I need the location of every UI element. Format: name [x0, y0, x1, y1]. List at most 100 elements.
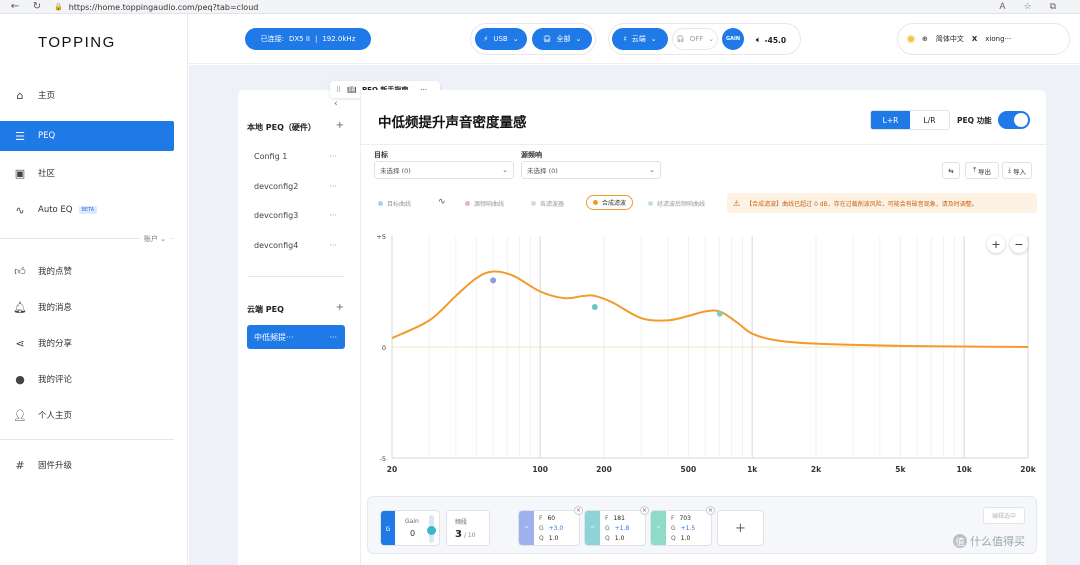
gain-key: G — [605, 525, 610, 532]
legend-dot — [648, 201, 653, 206]
close-filter-2-icon[interactable]: × — [640, 506, 649, 515]
export-button[interactable]: ⤒ 导出 — [965, 162, 999, 179]
input-select[interactable]: ⚡ USB ⌄ — [475, 28, 527, 50]
sidebar-item-label: 主页 — [38, 91, 56, 101]
legend-target[interactable]: 目标曲线 — [378, 199, 411, 208]
sidebar-item-label: 我的分享 — [38, 339, 73, 349]
volume-readout[interactable]: 🔈︎ -45.0 — [756, 35, 786, 45]
refresh-icon[interactable]: ↻ — [30, 1, 44, 12]
more-icon[interactable]: ··· — [329, 211, 337, 220]
y-tick-label: +5 — [376, 233, 386, 241]
frequency-response-chart[interactable]: 20 100 200 500 1k 2k 5k 10k 20k +5 0 -5 — [360, 230, 1040, 480]
sidebar-item-likes[interactable]: 👍︎ 我的点赞 — [0, 256, 174, 286]
filter-gain[interactable]: +3.0 — [549, 525, 564, 532]
filter-point-1[interactable] — [490, 277, 497, 284]
headphone-amp-off[interactable]: 🎧︎ OFF ⌄ — [672, 28, 718, 50]
sidebar: TOPPING ⌂ 主页 ☰ PEQ ▣ 社区 ∿ Auto EQ BETA 账… — [0, 14, 188, 565]
gain-key: G — [671, 525, 676, 532]
drag-handle-icon[interactable]: ⠿ — [336, 86, 341, 94]
gain-slider[interactable] — [427, 515, 436, 543]
peq-function-switch[interactable] — [998, 111, 1030, 129]
filter-freq[interactable]: 703 — [679, 515, 690, 522]
filter-point-3[interactable] — [716, 310, 723, 317]
filter-gain[interactable]: +1.8 — [615, 525, 630, 532]
sidebar-item-shares[interactable]: ⋖ 我的分享 — [0, 328, 174, 358]
gain-label: Gain — [405, 518, 419, 525]
gain-control[interactable]: G Gain 0 — [380, 510, 440, 546]
legend-source[interactable]: 源频响曲线 — [465, 199, 504, 208]
cloud-select[interactable]: ♯ 云端 ⌄ — [612, 28, 668, 50]
more-icon[interactable]: ··· — [329, 333, 337, 342]
source-select[interactable]: 未选择 (0) ⌄ — [521, 161, 661, 179]
read-aloud-icon[interactable]: A — [999, 2, 1005, 12]
filter-q[interactable]: 1.0 — [549, 535, 559, 542]
close-filter-3-icon[interactable]: × — [706, 506, 715, 515]
sidebar-item-comments[interactable]: ● 我的评论 — [0, 364, 174, 394]
channel-lr-button[interactable]: L+R — [871, 111, 910, 129]
cloud-config-item[interactable]: 中低频提··· ··· — [247, 325, 345, 349]
filter-card-3[interactable]: ⌃ F 703 G +1.5 Q 1.0 — [650, 510, 712, 546]
add-cloud-config-button[interactable]: + — [336, 302, 344, 313]
more-icon[interactable]: ··· — [329, 152, 337, 161]
zoom-in-button[interactable]: + — [987, 235, 1005, 253]
source-label: 源频响 — [521, 151, 542, 159]
more-icon[interactable]: ··· — [329, 182, 337, 191]
sidebar-item-home[interactable]: ⌂ 主页 — [0, 80, 174, 110]
sidebar-item-peq[interactable]: ☰ PEQ — [0, 121, 174, 151]
sidebar-item-firmware[interactable]: # 固件升级 — [0, 450, 174, 480]
add-local-config-button[interactable]: + — [336, 120, 344, 131]
legend-combined[interactable]: 合成滤波 — [586, 195, 634, 210]
gain-slider-thumb[interactable] — [427, 526, 436, 535]
filter-freq[interactable]: 60 — [547, 515, 555, 522]
lock-icon: 🔒 — [54, 3, 63, 11]
legend-waveform[interactable]: ∿ — [438, 197, 446, 207]
account-toggle[interactable]: 账户 ⌄ — [140, 234, 171, 244]
local-config-item[interactable]: devconfig2 ··· — [247, 174, 345, 198]
sample-rate: 192.0kHz — [322, 35, 356, 43]
filter-q[interactable]: 1.0 — [681, 535, 691, 542]
sidebar-item-autoeq[interactable]: ∿ Auto EQ BETA — [0, 195, 174, 225]
gain-button[interactable]: GAIN — [722, 28, 744, 50]
more-icon[interactable]: ··· — [329, 241, 337, 250]
target-value: 未选择 (0) — [380, 167, 411, 175]
gain-letter: G — [381, 511, 395, 545]
back-icon[interactable]: ← — [8, 1, 22, 12]
zoom-out-button[interactable]: − — [1010, 235, 1028, 253]
filter-gain[interactable]: +1.5 — [681, 525, 696, 532]
sidebar-item-messages[interactable]: 🔔︎ 我的消息 — [0, 292, 174, 322]
add-filter-button[interactable]: + — [717, 510, 764, 546]
device-status-button[interactable]: 已连接: DX5 II | 192.0kHz — [245, 28, 371, 50]
swap-button[interactable]: ⇆ — [942, 162, 960, 179]
filter-point-2[interactable] — [591, 304, 598, 311]
local-config-item[interactable]: devconfig3 ··· — [247, 203, 345, 227]
filter-card-2[interactable]: ⌃ F 181 G +1.8 Q 1.0 — [584, 510, 646, 546]
channel-l-r-button[interactable]: L/R — [910, 111, 949, 129]
user-name[interactable]: xiong··· — [985, 35, 1011, 43]
filter-freq[interactable]: 181 — [613, 515, 624, 522]
sidebar-item-profile[interactable]: 👤︎ 个人主页 — [0, 400, 174, 430]
filter-q[interactable]: 1.0 — [615, 535, 625, 542]
local-config-item[interactable]: devconfig4 ··· — [247, 233, 345, 257]
address-bar[interactable]: 🔒 https://home.toppingaudio.com/peq?tab=… — [54, 1, 934, 13]
sidebar-item-community[interactable]: ▣ 社区 — [0, 158, 174, 188]
warning-text: 【合成滤波】曲线已超过 0 dB，存在过载削波风险，可能会有破音现象，请及时调整… — [746, 200, 978, 208]
favorite-star-icon[interactable]: ☆ — [1023, 2, 1031, 12]
local-config-item[interactable]: Config 1 ··· — [247, 144, 345, 168]
x-tick-label: 5k — [895, 465, 906, 474]
filter-card-1[interactable]: ⌃ F 60 G +3.0 Q 1.0 — [518, 510, 580, 546]
close-filter-1-icon[interactable]: × — [574, 506, 583, 515]
collapse-panel-icon[interactable]: ‹ — [334, 99, 338, 109]
legend-filters[interactable]: 各滤波器 — [531, 199, 564, 208]
sidebar-item-label: Auto EQ — [38, 205, 73, 215]
output-select[interactable]: 🎧︎ 全部 ⌄ — [532, 28, 592, 50]
user-box: ⊕ 简体中文 X xiong··· — [897, 23, 1070, 55]
target-select[interactable]: 未选择 (0) ⌄ — [374, 161, 514, 179]
topping-logo[interactable]: TOPPING — [38, 34, 116, 51]
theme-sun-icon[interactable] — [908, 36, 914, 42]
import-button[interactable]: ⤓ 导入 — [1002, 162, 1032, 179]
edit-selected-button[interactable]: 编辑选中 — [983, 507, 1025, 524]
language-select[interactable]: 简体中文 — [936, 34, 964, 44]
extensions-icon[interactable]: ⧉ — [1050, 2, 1056, 12]
cloud-label: 云端 — [631, 35, 646, 43]
legend-filtered-response[interactable]: 经滤波后频响曲线 — [648, 199, 705, 208]
